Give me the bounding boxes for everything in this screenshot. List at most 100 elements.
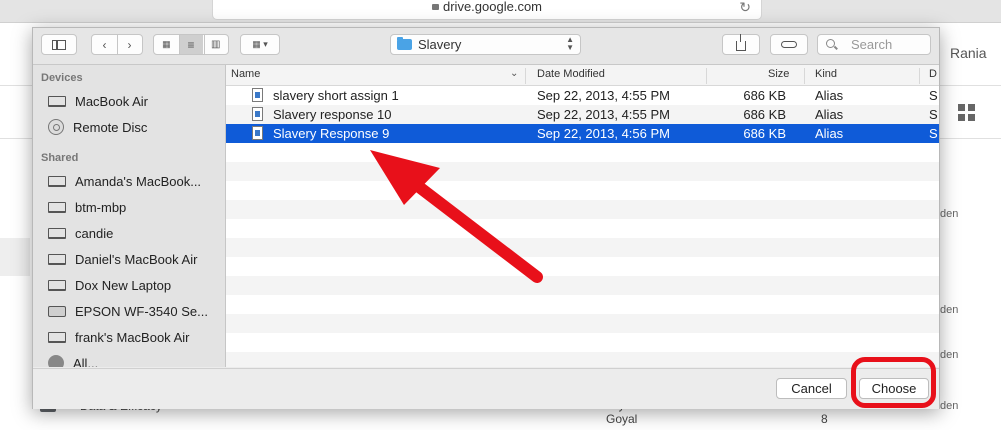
file-name: Slavery response 10 [273, 107, 392, 122]
laptop-icon [48, 201, 66, 213]
sidebar-item-label: Remote Disc [73, 119, 148, 135]
alias-document-icon [252, 88, 263, 102]
column-view-button[interactable]: ▥ [203, 39, 228, 50]
file-kind: Alias [815, 126, 844, 141]
arrange-icon: ▦ ▾ [252, 39, 268, 49]
sidebar-item-label: Amanda's MacBook... [75, 173, 202, 189]
sidebar-heading-devices: Devices [41, 72, 83, 84]
dialog-sidebar: Devices MacBook Air Remote Disc Shared A… [33, 65, 226, 367]
network-icon [48, 355, 64, 367]
icon-view-button[interactable]: ▦ [154, 39, 179, 50]
forward-button[interactable]: › [117, 38, 142, 52]
empty-row [226, 162, 939, 181]
sidebar-item-all[interactable]: All... [48, 353, 223, 367]
disc-icon [48, 119, 64, 135]
annotation-highlight-circle [851, 357, 936, 408]
sidebar-item-label: Dox New Laptop [75, 277, 172, 293]
sidebar-toggle-button[interactable] [41, 34, 77, 55]
empty-row [226, 219, 939, 238]
list-view-button[interactable]: ≡ [178, 35, 204, 54]
printer-icon [48, 305, 66, 317]
sidebar-item-label: frank's MacBook Air [75, 329, 190, 345]
sidebar-item-remote-disc[interactable]: Remote Disc [48, 117, 223, 137]
sidebar-item-shared[interactable]: EPSON WF-3540 Se... [48, 301, 223, 321]
bg-owner-fragment: den [940, 304, 959, 316]
list-icon: ≡ [187, 37, 195, 52]
chevron-left-icon: ‹ [102, 37, 107, 52]
file-date: Sep 22, 2013, 4:56 PM [537, 126, 670, 141]
laptop-icon [48, 175, 66, 187]
arrange-button[interactable]: ▦ ▾ [240, 34, 280, 55]
url-text: drive.google.com [443, 0, 542, 14]
sidebar-item-label: MacBook Air [75, 93, 148, 109]
file-date: Sep 22, 2013, 4:55 PM [537, 88, 670, 103]
empty-row [226, 200, 939, 219]
file-name: slavery short assign 1 [273, 88, 399, 103]
share-button[interactable] [722, 34, 760, 55]
file-kind: Alias [815, 107, 844, 122]
location-popup[interactable]: Slavery ▲ ▼ [390, 34, 581, 55]
bg-owner-fragment: den [940, 208, 959, 220]
file-date: Sep 22, 2013, 4:55 PM [537, 107, 670, 122]
empty-row [226, 276, 939, 295]
share-icon [736, 34, 746, 51]
sort-chevron-icon[interactable]: ⌄ [510, 68, 518, 79]
reload-icon[interactable]: ↻ [739, 0, 751, 19]
lock-icon [432, 4, 439, 10]
back-button[interactable]: ‹ [92, 38, 117, 52]
sidebar-item-shared[interactable]: frank's MacBook Air [48, 327, 223, 347]
user-name[interactable]: Rania [950, 45, 987, 61]
cancel-button[interactable]: Cancel [776, 378, 847, 399]
folder-icon [397, 37, 412, 50]
column-header-row: Name ⌄ Date Modified Size Kind D [226, 65, 939, 86]
empty-row [226, 143, 939, 162]
address-bar[interactable]: drive.google.com ↻ [212, 0, 762, 20]
sidebar-item-shared[interactable]: Amanda's MacBook... [48, 171, 223, 191]
sidebar-item-shared[interactable]: candie [48, 223, 223, 243]
bg-owner-fragment: den [940, 349, 959, 361]
file-row-selected[interactable]: Slavery Response 9 Sep 22, 2013, 4:56 PM… [226, 124, 939, 143]
search-field[interactable]: Search [817, 34, 931, 55]
file-size: 686 KB [743, 107, 786, 122]
tag-button[interactable] [770, 34, 808, 55]
column-header-name[interactable]: Name [231, 68, 260, 80]
sidebar-item-shared[interactable]: Daniel's MacBook Air [48, 249, 223, 269]
sidebar-heading-shared: Shared [41, 152, 79, 164]
file-row[interactable]: slavery short assign 1 Sep 22, 2013, 4:5… [226, 86, 939, 105]
sidebar-item-label: EPSON WF-3540 Se... [75, 303, 208, 319]
bg-owner-fragment: den [940, 400, 959, 412]
tag-icon [781, 41, 797, 48]
grid-view-icon[interactable] [958, 104, 976, 122]
sidebar-item-label: All... [73, 355, 99, 368]
file-extra: S [929, 88, 938, 103]
file-extra: S [929, 126, 938, 141]
sidebar-item-macbook-air[interactable]: MacBook Air [48, 91, 223, 111]
file-list: Name ⌄ Date Modified Size Kind D slavery… [226, 65, 939, 367]
sidebar-item-shared[interactable]: btm-mbp [48, 197, 223, 217]
file-open-dialog: ‹ › ▦ ≡ ▥ ▦ ▾ Slavery ▲ ▼ Search Devices… [32, 27, 940, 409]
sidebar-item-shared[interactable]: Dox New Laptop [48, 275, 223, 295]
laptop-icon [48, 95, 66, 107]
empty-row [226, 352, 939, 367]
dialog-toolbar: ‹ › ▦ ≡ ▥ ▦ ▾ Slavery ▲ ▼ Search [33, 28, 939, 65]
laptop-icon [48, 227, 66, 239]
column-header-kind[interactable]: Kind [815, 68, 837, 80]
sidebar-item-label: Daniel's MacBook Air [75, 251, 198, 267]
nav-buttons: ‹ › [91, 34, 143, 55]
dialog-footer: Cancel Choose [33, 368, 939, 409]
column-header-date[interactable]: Date Modified [537, 68, 605, 80]
file-size: 686 KB [743, 88, 786, 103]
empty-row [226, 181, 939, 200]
file-size: 686 KB [743, 126, 786, 141]
laptop-icon [48, 253, 66, 265]
alias-document-icon [252, 126, 263, 140]
column-header-extra[interactable]: D [929, 68, 937, 80]
file-kind: Alias [815, 88, 844, 103]
search-placeholder: Search [851, 37, 893, 52]
sidebar-item-label: candie [75, 225, 114, 241]
sidebar-item-label: btm-mbp [75, 199, 127, 215]
file-row[interactable]: Slavery response 10 Sep 22, 2013, 4:55 P… [226, 105, 939, 124]
columns-icon: ▥ [210, 39, 221, 50]
column-header-size[interactable]: Size [768, 68, 789, 80]
updown-chevron-icon: ▲ ▼ [566, 35, 574, 52]
